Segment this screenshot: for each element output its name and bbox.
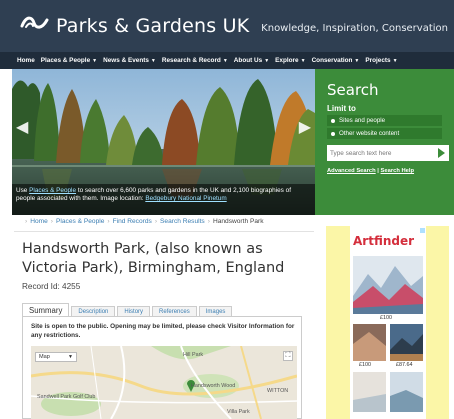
places-people-link[interactable]: Places & People	[29, 187, 76, 194]
tab-history[interactable]: History	[117, 306, 151, 316]
breadcrumb-arrow-icon: ›	[25, 218, 28, 225]
caption-text: Use	[16, 187, 30, 194]
breadcrumb-home[interactable]: Home	[30, 218, 48, 225]
record-tabs: Summary Description History References I…	[22, 303, 234, 316]
image-location-link[interactable]: Bedgebury National Pinetum	[145, 195, 226, 202]
breadcrumb-search-results[interactable]: Search Results	[160, 218, 205, 225]
breadcrumb-find-records[interactable]: Find Records	[113, 218, 152, 225]
advertisement[interactable]: Artfinder £100 £100 £87.64	[326, 226, 449, 419]
chevron-right-icon[interactable]: ▶	[299, 117, 311, 137]
search-help-link[interactable]: Search Help	[381, 168, 415, 174]
tab-references[interactable]: References	[152, 306, 197, 316]
search-input[interactable]: Type search text here	[327, 145, 449, 161]
breadcrumb-places-people[interactable]: Places & People	[56, 218, 104, 225]
map-type-select[interactable]: Map ▼	[35, 352, 77, 362]
nav-item-projects[interactable]: Projects ▼	[365, 57, 397, 64]
ad-price: £100	[380, 315, 392, 321]
nav-item-label: Projects	[365, 57, 391, 64]
breadcrumb-arrow-icon: ›	[154, 218, 158, 225]
search-links: Advanced Search | Search Help	[327, 168, 442, 174]
nav-item-label: Home	[17, 57, 35, 64]
radio-label: Other website content	[339, 130, 400, 137]
hero-caption: Use Places & People to search over 6,600…	[12, 184, 315, 215]
ad-artwork-small	[390, 372, 423, 412]
chevron-down-icon: ▼	[68, 354, 73, 360]
nav-item-news-events[interactable]: News & Events ▼	[103, 57, 156, 64]
nav-item-label: Explore	[275, 57, 299, 64]
nav-item-label: News & Events	[103, 57, 149, 64]
chevron-down-icon: ▼	[300, 57, 306, 64]
site-tagline: Knowledge, Inspiration, Conservation	[261, 23, 448, 34]
tab-description[interactable]: Description	[71, 306, 116, 316]
ad-price: £87.64	[396, 362, 413, 368]
ad-brand-logo: Artfinder	[353, 234, 415, 248]
map-label-handsworth-wood: Handsworth Wood	[191, 383, 236, 389]
map-label-golf-club: Sandwell Park Golf Club	[37, 394, 96, 400]
ad-artwork-small	[353, 372, 386, 412]
breadcrumb: › Home › Places & People › Find Records …	[22, 218, 264, 225]
nav-item-label: Places & People	[40, 57, 91, 64]
link-divider: |	[377, 168, 379, 174]
site-map[interactable]: Map ▼ ⛶ Hill Park Handsworth Wood Sandwe…	[31, 346, 297, 419]
ad-artwork-small	[390, 324, 423, 361]
radio-icon	[331, 118, 335, 123]
record-id: Record Id: 4255	[22, 282, 81, 291]
ad-choices-icon[interactable]	[420, 228, 425, 233]
nav-item-label: Conservation	[311, 57, 353, 64]
ad-content: Artfinder £100 £100 £87.64	[350, 226, 426, 419]
limit-label: Limit to	[327, 104, 356, 113]
nav-item-home[interactable]: Home	[17, 57, 35, 64]
map-label-witton: WITTON	[267, 388, 289, 394]
ad-artwork-small	[353, 324, 386, 361]
chevron-down-icon: ▼	[392, 57, 398, 64]
breadcrumb-arrow-icon: ›	[50, 218, 53, 225]
radio-label: Sites and people	[339, 117, 386, 124]
divider	[14, 231, 314, 232]
breadcrumb-current: Handsworth Park	[212, 218, 264, 225]
breadcrumb-arrow-icon: ›	[107, 218, 110, 225]
nav-item-conservation[interactable]: Conservation ▼	[312, 57, 360, 64]
nav-item-label: Research & Record	[161, 57, 221, 64]
chevron-down-icon: ▼	[264, 57, 270, 64]
search-go-icon[interactable]	[438, 148, 445, 158]
logo-text: Parks & Gardens UK	[56, 14, 250, 37]
chevron-down-icon: ▼	[150, 57, 156, 64]
search-panel: Search Limit to Sites and people Other w…	[315, 69, 454, 215]
nav-item-research-record[interactable]: Research & Record ▼	[162, 57, 228, 64]
nav-item-places-people[interactable]: Places & People ▼	[41, 57, 97, 64]
tab-images[interactable]: Images	[198, 306, 233, 316]
chevron-down-icon: ▼	[92, 57, 98, 64]
radio-other-content[interactable]: Other website content	[327, 128, 442, 139]
radio-sites-people[interactable]: Sites and people	[327, 115, 442, 126]
page-title: Handsworth Park, (also known as Victoria…	[22, 241, 285, 276]
breadcrumb-arrow-icon: ›	[207, 218, 210, 225]
ad-price: £100	[359, 362, 371, 368]
tab-summary[interactable]: Summary	[22, 303, 70, 316]
fullscreen-icon[interactable]: ⛶	[283, 351, 293, 361]
advanced-search-link[interactable]: Advanced Search	[327, 168, 376, 174]
site-header: Parks & Gardens UK Knowledge, Inspiratio…	[0, 0, 454, 52]
chevron-left-icon[interactable]: ◀	[16, 117, 28, 137]
site-logo[interactable]: Parks & Gardens UK	[20, 14, 249, 37]
nav-item-label: About Us	[233, 57, 263, 64]
chevron-down-icon: ▼	[222, 57, 228, 64]
hero-slideshow: ◀ ▶ Use Places & People to search over 6…	[12, 69, 315, 215]
nav-item-about-us[interactable]: About Us ▼	[234, 57, 269, 64]
map-type-value: Map	[39, 354, 50, 360]
ad-artwork-large	[353, 256, 423, 314]
search-placeholder: Type search text here	[330, 149, 392, 157]
map-label-villa-park: Villa Park	[227, 409, 250, 415]
nav-item-explore[interactable]: Explore ▼	[275, 57, 305, 64]
chevron-down-icon: ▼	[354, 57, 360, 64]
main-nav: Home Places & People ▼ News & Events ▼ Res…	[0, 52, 454, 69]
search-title: Search	[327, 81, 379, 99]
map-label-hill-park: Hill Park	[183, 352, 204, 358]
visitor-notice: Site is open to the public. Opening may …	[31, 323, 295, 339]
logo-swirl-icon	[20, 14, 50, 37]
radio-icon	[331, 131, 335, 136]
